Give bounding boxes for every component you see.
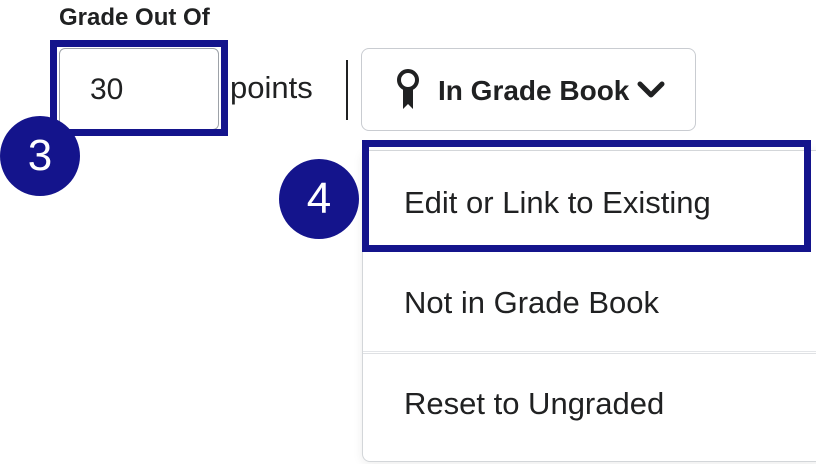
in-grade-book-label: In Grade Book — [438, 75, 630, 106]
menu-item-highlight — [362, 140, 811, 252]
step-4-badge: 4 — [279, 159, 359, 239]
menu-separator — [363, 351, 816, 352]
points-unit-label: points — [230, 70, 313, 105]
menu-item-not-in-grade-book[interactable]: Not in Grade Book — [363, 253, 816, 353]
ribbon-icon — [397, 69, 419, 109]
menu-item-reset-to-ungraded[interactable]: Reset to Ungraded — [363, 353, 816, 453]
in-grade-book-button[interactable]: In Grade Book — [361, 48, 696, 131]
grade-out-of-label: Grade Out Of — [59, 4, 210, 31]
divider — [346, 60, 348, 120]
chevron-down-icon — [637, 81, 665, 98]
grade-input-highlight — [50, 40, 228, 136]
step-3-badge: 3 — [0, 116, 80, 196]
